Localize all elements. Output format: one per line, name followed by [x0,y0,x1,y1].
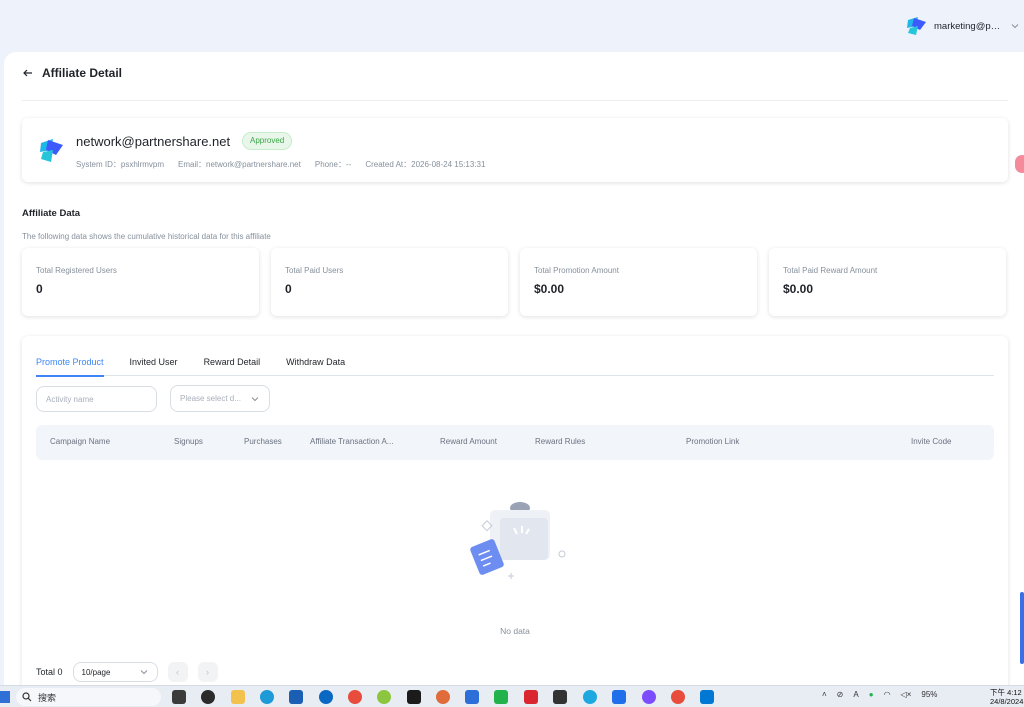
user-menu[interactable]: marketing@par... [904,14,1020,38]
pagination: Total 0 10/page ‹ › [36,662,218,682]
created-at: Created At：2026-08-24 15:13:31 [365,160,486,169]
prev-page-button[interactable]: ‹ [167,662,188,682]
search-label: 搜索 [38,692,57,703]
app-icon[interactable] [553,690,567,704]
app-icon[interactable] [465,690,479,704]
app-icon[interactable] [377,690,391,704]
chevron-up-icon[interactable]: ˄ [822,690,827,699]
stat-label: Total Paid Users [285,266,344,275]
terminal-icon[interactable] [407,690,421,704]
remote-desktop-icon[interactable] [700,690,714,704]
column-header: Promotion Link [686,437,740,446]
side-widget[interactable] [1020,592,1024,664]
taskbar: 搜索 ˄ ⊘ A ● ◠ ◁× 95% 下午 4:12 24/8/2024 [0,685,1024,707]
affiliate-email: Email：network@partnershare.net [178,160,301,169]
affiliate-profile-card: network@partnershare.net Approved System… [22,118,1008,182]
column-header: Purchases [244,437,282,446]
column-header: Affiliate Transaction A... [310,437,394,446]
app-tray-icon[interactable]: ● [869,690,874,699]
app-icon[interactable] [642,690,656,704]
column-header: Campaign Name [50,437,111,446]
affiliate-phone: Phone：-- [314,160,352,169]
next-page-button[interactable]: › [197,662,218,682]
section-title: Affiliate Data [22,208,81,219]
floating-help-button[interactable] [1015,155,1024,173]
wps-icon[interactable] [524,690,538,704]
tab-invited-user[interactable]: Invited User [130,352,178,376]
chevron-down-icon [1011,24,1019,29]
wechat-icon[interactable] [494,690,508,704]
divider [22,100,1008,101]
stat-card-promotion-amount: Total Promotion Amount $0.00 [520,248,757,316]
status-badge: Approved [242,132,293,150]
stat-card-registered-users: Total Registered Users 0 [22,248,259,316]
system-tray: ˄ ⊘ A ● ◠ ◁× 95% [822,690,937,699]
activity-name-input[interactable] [36,386,157,412]
stat-card-paid-users: Total Paid Users 0 [271,248,508,316]
app-icon[interactable] [436,690,450,704]
battery-level[interactable]: 95% [921,690,937,699]
table-header: Campaign Name Signups Purchases Affiliat… [36,425,994,460]
profile-meta: System ID：psxhlrmvpm Email：network@partn… [76,159,485,170]
affiliate-avatar-icon [40,139,63,162]
stats-row: Total Registered Users 0 Total Paid User… [22,248,1006,316]
task-view-icon[interactable] [172,690,186,704]
stat-card-paid-reward-amount: Total Paid Reward Amount $0.00 [769,248,1006,316]
detail-panel: Promote Product Invited User Reward Deta… [22,336,1008,696]
volume-mute-icon[interactable]: ◁× [901,690,912,699]
user-email: marketing@par... [934,20,1004,32]
arrow-left-icon[interactable] [22,67,34,79]
tab-reward-detail[interactable]: Reward Detail [204,352,261,376]
stat-value: $0.00 [534,282,565,296]
hp-icon[interactable] [319,690,333,704]
top-bar: marketing@par... [0,0,1024,52]
page-header: Affiliate Detail [22,66,122,80]
chrome-icon[interactable] [348,690,362,704]
start-menu-icon[interactable] [0,691,10,703]
column-header: Invite Code [911,437,952,446]
tab-withdraw-data[interactable]: Withdraw Data [286,352,345,376]
date: 24/8/2024 [990,697,1024,706]
chevron-down-icon [140,670,147,675]
select-placeholder: Please select d... [180,394,241,403]
brand-logo-icon [907,17,926,35]
empty-state-text: No data [500,626,530,636]
main-content: Affiliate Detail network@partnershare.ne… [4,52,1024,696]
column-header: Signups [174,437,203,446]
page-size-select[interactable]: 10/page [72,662,158,682]
page-title: Affiliate Detail [42,66,123,80]
edge-icon[interactable] [260,690,274,704]
stat-value: 0 [36,282,43,296]
affiliate-name: network@partnershare.net [76,134,231,149]
section-description: The following data shows the cumulative … [22,232,271,241]
total-count: Total 0 [36,667,63,677]
file-explorer-icon[interactable] [231,690,245,704]
stat-label: Total Registered Users [36,266,117,275]
store-icon[interactable] [289,690,303,704]
search-icon [22,692,32,702]
tab-promote-product[interactable]: Promote Product [36,352,104,377]
chevron-down-icon [251,396,259,401]
empty-state-illustration-icon [470,502,566,579]
stat-label: Total Promotion Amount [534,266,619,275]
input-method-label[interactable]: A [853,690,858,699]
tab-bar: Promote Product Invited User Reward Deta… [36,352,994,377]
clock[interactable]: 下午 4:12 24/8/2024 [990,688,1023,706]
chatgpt-icon[interactable] [201,690,215,704]
time: 下午 4:12 [990,688,1022,697]
app-icon[interactable] [612,690,626,704]
app-icon[interactable] [583,690,597,704]
column-header: Reward Amount [440,437,497,446]
stat-value: 0 [285,282,292,296]
date-select[interactable]: Please select d... [170,385,270,412]
taskbar-search[interactable]: 搜索 [16,688,161,706]
system-id: System ID：psxhlrmvpm [76,160,165,169]
network-off-icon[interactable]: ⊘ [837,690,844,699]
stat-label: Total Paid Reward Amount [783,266,878,275]
chrome-icon[interactable] [671,690,685,704]
wifi-icon[interactable]: ◠ [884,690,891,699]
page-size-value: 10/page [81,667,111,677]
stat-value: $0.00 [783,282,814,296]
column-header: Reward Rules [535,437,586,446]
